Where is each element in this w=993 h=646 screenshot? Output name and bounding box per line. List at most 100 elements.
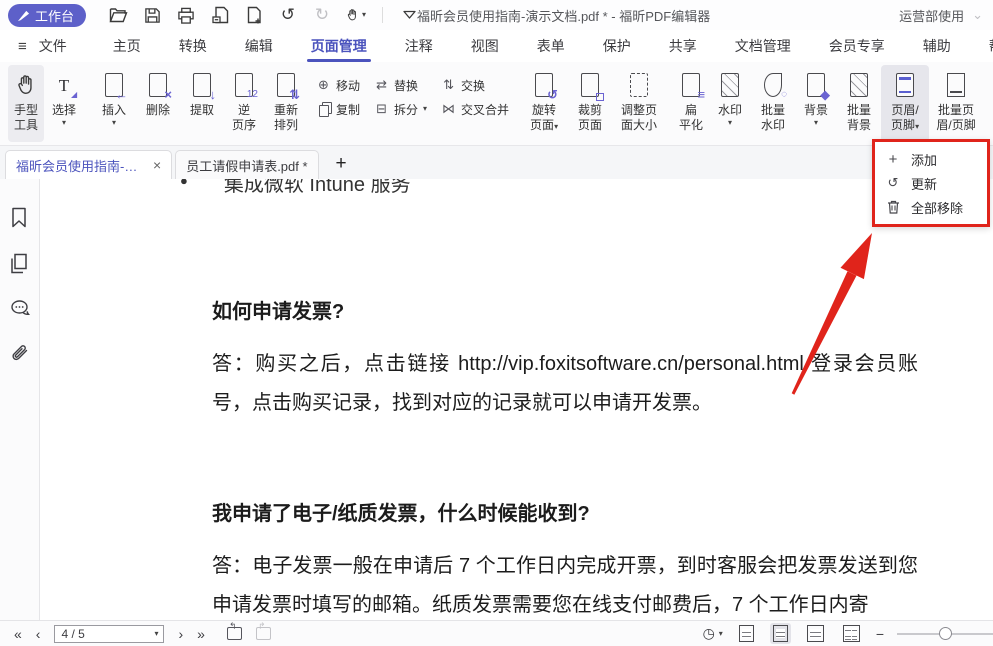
background-icon: ◆ (807, 70, 825, 100)
split-icon: ⊟ (374, 101, 389, 117)
refresh-icon: ↺ (885, 175, 901, 191)
add-page-icon[interactable] (244, 5, 264, 25)
undo-icon[interactable]: ↺ (278, 5, 298, 25)
last-page-button[interactable]: » (197, 626, 205, 642)
document-page[interactable]: ● 集成微软 Intune 服务 如何申请发票? 答：购买之后，点击链接 htt… (40, 179, 993, 620)
single-page-view-button[interactable] (736, 623, 757, 644)
facing-view-button[interactable] (804, 623, 827, 644)
menu-member-exclusive[interactable]: 会员专享 (819, 30, 895, 62)
resize-page-button[interactable]: 调整页 面大小 (613, 65, 665, 142)
copy-page-button[interactable]: 复制 (316, 101, 360, 118)
menu-item-remove-all[interactable]: 全部移除 (875, 195, 987, 219)
menu-comment[interactable]: 注释 (395, 30, 443, 62)
hand-tool-button[interactable]: 手型 工具 (8, 65, 44, 142)
batch-background-button[interactable]: 批量 背景 (837, 65, 881, 142)
menu-edit[interactable]: 编辑 (235, 30, 283, 62)
rotate-page-button[interactable]: ↺ 旋转 页面▾ (521, 65, 567, 142)
menu-help[interactable]: 帮助 (979, 30, 993, 62)
crop-page-button[interactable]: 裁剪 页面 (567, 65, 613, 142)
account-menu[interactable]: 运营部使用 ⌄ (899, 0, 983, 30)
quill-pen-icon (17, 9, 30, 22)
caret-down-icon: ▾ (62, 118, 66, 128)
menu-share[interactable]: 共享 (659, 30, 707, 62)
menu-page-management[interactable]: 页面管理 (301, 30, 377, 62)
move-page-button[interactable]: ⊕ 移动 (316, 77, 360, 94)
reverse-order-button[interactable]: 12 逆 页序 (224, 65, 264, 142)
flatten-button[interactable]: ≡ 扁 平化 (673, 65, 709, 142)
document-heading-invoice: 如何申请发票? (212, 295, 344, 324)
continuous-view-button[interactable] (770, 623, 791, 644)
watermark-button[interactable]: 水印 ▾ (709, 65, 751, 142)
account-label: 运营部使用 (899, 6, 964, 25)
workspace-label: 工作台 (35, 6, 74, 25)
menu-protect[interactable]: 保护 (593, 30, 641, 62)
workspace-button[interactable]: 工作台 (8, 4, 86, 27)
menu-accessibility[interactable]: 辅助 (913, 30, 961, 62)
zoom-out-button[interactable]: − (876, 626, 884, 642)
header-footer-button[interactable]: 页眉/ 页脚▾ (881, 65, 929, 142)
rotate-view-button[interactable]: ◷ ▾ (703, 625, 723, 642)
menu-item-update[interactable]: ↺ 更新 (875, 171, 987, 195)
swap-page-button[interactable]: ⇅ 交换 (441, 77, 509, 94)
menu-file[interactable]: 文件 (29, 30, 77, 62)
facing-continuous-icon (843, 625, 860, 642)
save-icon[interactable] (142, 5, 162, 25)
zoom-slider-handle[interactable] (939, 627, 952, 640)
resize-page-icon (630, 70, 648, 100)
menu-doc-management[interactable]: 文档管理 (725, 30, 801, 62)
menu-convert[interactable]: 转换 (169, 30, 217, 62)
tab-leave-request-form[interactable]: 员工请假申请表.pdf * (175, 150, 318, 179)
plus-icon: + (885, 151, 901, 168)
print-icon[interactable] (176, 5, 196, 25)
menu-home[interactable]: 主页 (103, 30, 151, 62)
zoom-slider[interactable] (897, 633, 993, 635)
facing-continuous-view-button[interactable] (840, 623, 863, 644)
pages-icon[interactable] (10, 253, 30, 273)
copy-icon (316, 102, 331, 117)
chevron-down-icon: ⌄ (972, 7, 983, 23)
extract-page-button[interactable]: ↓ 提取 (180, 65, 224, 142)
caret-down-icon: ▾ (154, 629, 158, 638)
move-icon: ⊕ (316, 77, 331, 93)
replace-page-button[interactable]: ⇄ 替换 (374, 77, 427, 94)
comment-icon[interactable] (10, 299, 30, 319)
close-icon[interactable]: × (153, 157, 161, 173)
menu-form[interactable]: 表单 (527, 30, 575, 62)
bates-number-button[interactable]: 贝 数 (983, 65, 993, 142)
tab-member-guide[interactable]: 福昕会员使用指南-演... × (5, 150, 172, 179)
status-bar: « ‹ 4 / 5 ▾ › » ◷ ▾ − (0, 620, 993, 646)
caret-down-icon: ▾ (112, 118, 116, 128)
page-number-input[interactable]: 4 / 5 ▾ (54, 625, 164, 643)
menu-item-add[interactable]: + 添加 (875, 147, 987, 171)
batch-header-footer-button[interactable]: 批量页 眉/页脚 (929, 65, 983, 142)
delete-page-button[interactable]: × 删除 (136, 65, 180, 142)
open-folder-icon[interactable] (108, 5, 128, 25)
attachment-icon[interactable] (10, 345, 30, 365)
bookmark-icon[interactable] (10, 207, 30, 227)
cross-merge-button[interactable]: ⋈ 交叉合并 (441, 101, 509, 118)
menu-view[interactable]: 视图 (461, 30, 509, 62)
navigation-sidebar (0, 179, 40, 620)
batch-background-icon (850, 70, 868, 100)
menu-bar: ≡ 文件 主页 转换 编辑 页面管理 注释 视图 表单 保护 共享 文档管理 会… (0, 30, 993, 62)
export-page-icon[interactable] (210, 5, 230, 25)
rearrange-button[interactable]: ⇅ 重新 排列 (264, 65, 308, 142)
hand-gesture-icon[interactable]: ▾ (346, 5, 366, 25)
divider (382, 7, 383, 23)
single-page-icon (739, 625, 754, 642)
caret-down-icon: ▾ (423, 104, 427, 114)
continuous-page-icon (773, 625, 788, 642)
document-tab-strip: 福昕会员使用指南-演... × 员工请假申请表.pdf * + (0, 146, 993, 179)
hamburger-menu-icon[interactable]: ≡ (18, 38, 27, 55)
next-page-button[interactable]: › (178, 626, 183, 642)
previous-page-button[interactable]: ‹ (36, 626, 41, 642)
new-tab-button[interactable]: + (336, 153, 347, 175)
cross-merge-icon: ⋈ (441, 101, 456, 117)
background-button[interactable]: ◆ 背景 ▾ (795, 65, 837, 142)
batch-watermark-button[interactable]: ◌ 批量 水印 (751, 65, 795, 142)
split-document-button[interactable]: ⊟ 拆分 ▾ (374, 101, 427, 118)
previous-view-icon[interactable] (227, 627, 242, 640)
select-button[interactable]: T 选择 ▾ (44, 65, 84, 142)
insert-page-button[interactable]: ← 插入 ▾ (92, 65, 136, 142)
first-page-button[interactable]: « (14, 626, 22, 642)
